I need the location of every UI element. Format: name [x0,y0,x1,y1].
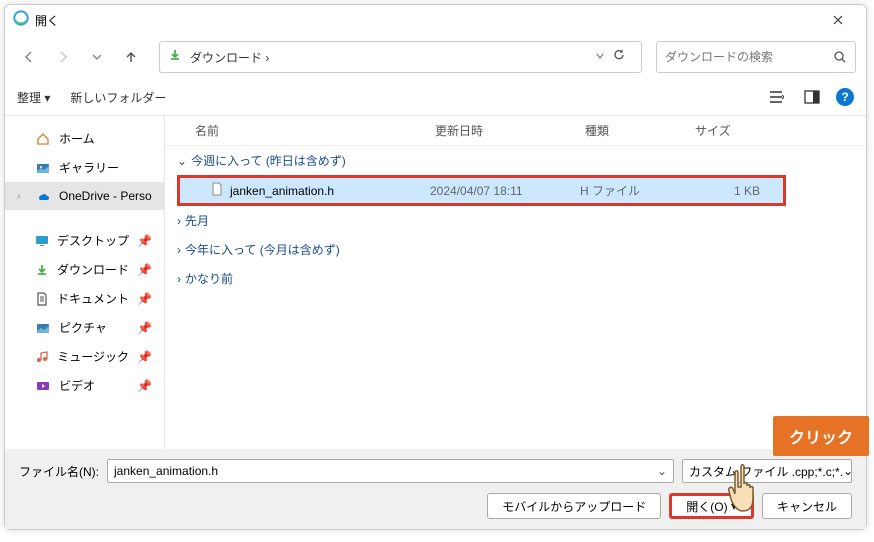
column-headers: 名前 更新日時 種類 サイズ [165,116,866,146]
chevron-down-icon: ⌄ [843,464,852,478]
sidebar-label: ギャラリー [59,159,119,176]
sidebar-label: ビデオ [59,377,95,394]
header-type[interactable]: 種類 [585,122,695,139]
pin-icon: 📌 [137,292,152,306]
main-area: ホーム ギャラリー ›OneDrive - Perso デスクトップ📌 ダウンロ… [5,116,866,449]
file-open-dialog: 開く ダウンロード › 整理 ▾ 新しいフォルダー ? [4,4,867,530]
pin-icon: 📌 [137,321,152,335]
file-row-selected[interactable]: janken_animation.h 2024/04/07 18:11 H ファ… [177,175,786,206]
sidebar-documents[interactable]: ドキュメント 📌 [5,284,164,313]
nav-row: ダウンロード › [5,35,866,79]
chevron-right-icon: › [177,272,181,286]
view-list-icon[interactable] [764,85,788,109]
search-input[interactable] [665,50,833,64]
refresh-icon[interactable] [613,48,625,66]
pin-icon: 📌 [137,350,152,364]
file-size: 1 KB [690,184,760,198]
download-icon [168,48,182,67]
sidebar-pictures[interactable]: ピクチャ 📌 [5,313,164,342]
group-last-month[interactable]: ›先月 [165,206,866,235]
search-box[interactable] [656,41,856,73]
preview-pane-icon[interactable] [800,85,824,109]
sidebar-label: ホーム [59,130,95,147]
header-name[interactable]: 名前 [195,122,435,139]
file-date: 2024/04/07 18:11 [430,184,580,198]
chevron-right-icon: › [177,214,181,228]
annotation-click-label: クリック [773,416,869,456]
sidebar-label: ピクチャ [59,319,107,336]
address-path: ダウンロード › [190,49,595,66]
chevron-down-icon: ⌄ [177,154,187,168]
cancel-button[interactable]: キャンセル [762,493,852,519]
annotation-hand-cursor [721,459,769,522]
filename-label: ファイル名(N): [19,463,99,480]
sidebar-videos[interactable]: ビデオ 📌 [5,371,164,400]
chevron-down-icon[interactable] [595,48,605,66]
mobile-upload-button[interactable]: モバイルからアップロード [487,493,661,519]
organize-menu[interactable]: 整理 ▾ [17,89,50,106]
sidebar-label: ミュージック [57,348,129,365]
filename-input[interactable]: janken_animation.h⌄ [107,459,674,483]
toolbar: 整理 ▾ 新しいフォルダー ? [5,79,866,116]
close-button[interactable] [818,5,858,35]
window-title: 開く [35,12,59,29]
header-size[interactable]: サイズ [695,122,775,139]
nav-back-button[interactable] [15,43,43,71]
sidebar-onedrive[interactable]: ›OneDrive - Perso [5,182,164,210]
nav-up-button[interactable] [117,43,145,71]
chevron-right-icon: › [177,243,181,257]
sidebar: ホーム ギャラリー ›OneDrive - Perso デスクトップ 📌 ダウンロ… [5,116,165,449]
pin-icon: 📌 [137,234,152,248]
search-icon [833,50,847,64]
nav-recent-button[interactable] [83,43,111,71]
new-folder-button[interactable]: 新しいフォルダー [70,89,166,106]
app-icon [13,10,29,31]
file-icon [210,182,224,199]
group-this-week[interactable]: ⌄今週に入って (昨日は含めず) [165,146,866,175]
sidebar-music[interactable]: ミュージック 📌 [5,342,164,371]
sidebar-home[interactable]: ホーム [5,124,164,153]
file-type: H ファイル [580,182,690,199]
file-list: 名前 更新日時 種類 サイズ ⌄今週に入って (昨日は含めず) janken_a… [165,116,866,449]
titlebar: 開く [5,5,866,35]
nav-forward-button[interactable] [49,43,77,71]
group-long-ago[interactable]: ›かなり前 [165,264,866,293]
sidebar-gallery[interactable]: ギャラリー [5,153,164,182]
group-this-year[interactable]: ›今年に入って (今月は含めず) [165,235,866,264]
sidebar-desktop[interactable]: デスクトップ 📌 [5,226,164,255]
pin-icon: 📌 [137,379,152,393]
chevron-down-icon[interactable]: ⌄ [657,464,667,478]
address-bar[interactable]: ダウンロード › [159,41,642,73]
sidebar-label: ダウンロード [57,261,129,278]
sidebar-label: OneDrive - Perso [59,189,152,203]
help-icon[interactable]: ? [836,88,854,106]
sidebar-downloads[interactable]: ダウンロード 📌 [5,255,164,284]
pin-icon: 📌 [137,263,152,277]
header-date[interactable]: 更新日時 [435,122,585,139]
sidebar-label: デスクトップ [57,232,129,249]
sidebar-label: ドキュメント [57,290,129,307]
file-name: janken_animation.h [230,184,334,198]
